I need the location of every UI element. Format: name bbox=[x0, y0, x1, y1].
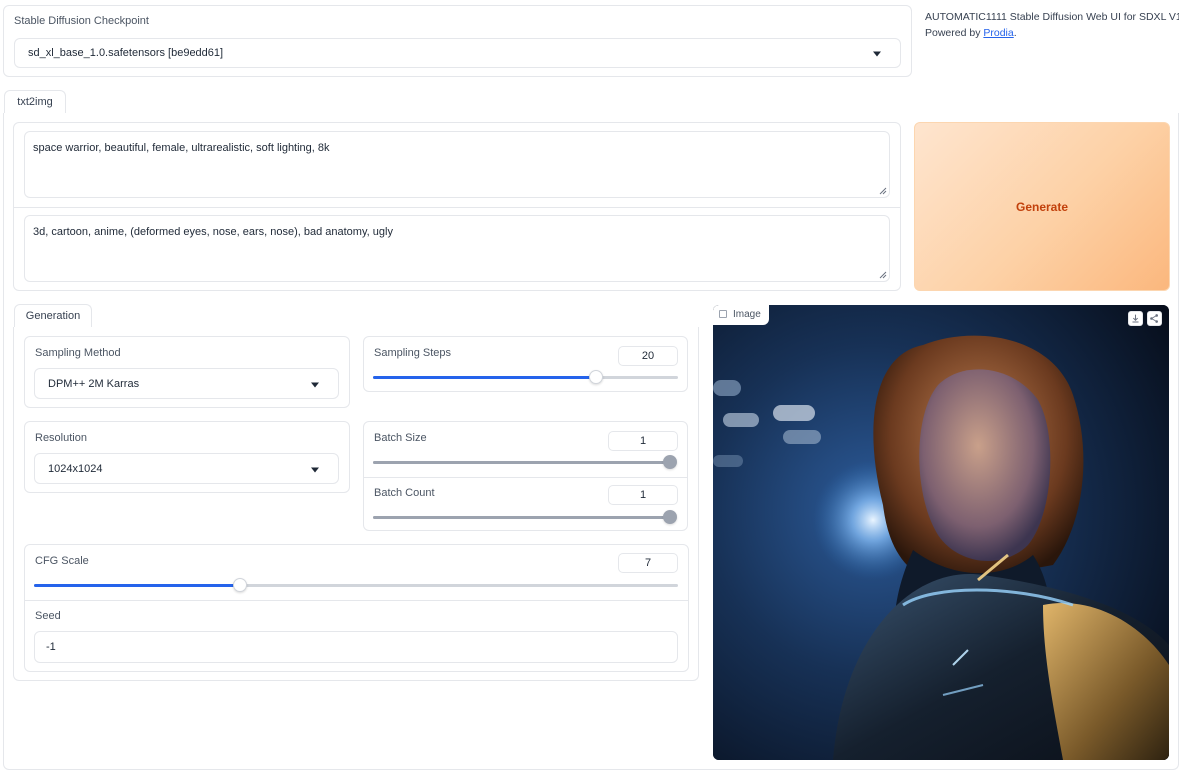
share-button[interactable] bbox=[1147, 311, 1162, 326]
chevron-down-icon bbox=[311, 382, 319, 387]
batch-divider bbox=[364, 477, 687, 478]
seed-input[interactable]: -1 bbox=[34, 631, 678, 663]
checkpoint-select[interactable]: sd_xl_base_1.0.safetensors [be9edd61] bbox=[14, 38, 901, 68]
output-image-panel: Image bbox=[713, 305, 1169, 760]
cfg-scale-slider[interactable] bbox=[34, 578, 678, 592]
powered-by-suffix: . bbox=[1013, 27, 1017, 39]
sampling-method-panel: Sampling Method DPM++ 2M Karras bbox=[24, 336, 350, 408]
download-icon bbox=[1132, 314, 1139, 323]
prompt-text: space warrior, beautiful, female, ultrar… bbox=[33, 142, 330, 154]
image-badge: Image bbox=[713, 305, 769, 325]
cfg-seed-divider bbox=[25, 600, 688, 601]
generated-image bbox=[713, 305, 1169, 760]
app-info: AUTOMATIC1111 Stable Diffusion Web UI fo… bbox=[925, 9, 1179, 41]
checkpoint-value: sd_xl_base_1.0.safetensors [be9edd61] bbox=[28, 47, 224, 59]
negative-prompt-input[interactable]: 3d, cartoon, anime, (deformed eyes, nose… bbox=[24, 215, 890, 282]
image-badge-label: Image bbox=[733, 309, 761, 320]
resolution-panel: Resolution 1024x1024 bbox=[24, 421, 350, 493]
sampling-steps-label: Sampling Steps bbox=[374, 347, 452, 359]
sampling-method-label: Sampling Method bbox=[35, 347, 121, 359]
generate-label: Generate bbox=[1015, 199, 1069, 214]
resolution-value: 1024x1024 bbox=[48, 462, 103, 475]
batch-count-slider[interactable] bbox=[373, 510, 677, 524]
cfg-seed-panel: CFG Scale 7 Seed -1 bbox=[24, 544, 689, 672]
seed-label: Seed bbox=[35, 610, 61, 622]
chevron-down-icon bbox=[311, 467, 319, 472]
chevron-down-icon bbox=[873, 51, 881, 57]
batch-panel: Batch Size 1 Batch Count 1 bbox=[363, 421, 688, 531]
resolution-select[interactable]: 1024x1024 bbox=[34, 453, 339, 484]
slider-thumb[interactable] bbox=[663, 455, 677, 469]
tab-txt2img[interactable]: txt2img bbox=[4, 90, 66, 114]
image-icon bbox=[719, 310, 727, 318]
batch-size-number[interactable]: 1 bbox=[608, 431, 678, 451]
sampling-steps-slider[interactable] bbox=[373, 370, 678, 384]
powered-by-prefix: Powered by bbox=[925, 27, 984, 39]
resize-grip-icon[interactable] bbox=[879, 187, 887, 195]
prodia-link[interactable]: Prodia bbox=[983, 27, 1013, 39]
prompt-divider bbox=[14, 207, 900, 208]
sampling-steps-panel: Sampling Steps 20 bbox=[363, 336, 688, 392]
sampling-method-value: DPM++ 2M Karras bbox=[48, 377, 140, 390]
prompt-input[interactable]: space warrior, beautiful, female, ultrar… bbox=[24, 131, 890, 198]
tab-generation[interactable]: Generation bbox=[14, 304, 92, 328]
slider-thumb[interactable] bbox=[233, 578, 248, 592]
checkpoint-label: Stable Diffusion Checkpoint bbox=[14, 15, 149, 27]
checkpoint-panel: Stable Diffusion Checkpoint sd_xl_base_1… bbox=[3, 5, 912, 77]
negative-prompt-text: 3d, cartoon, anime, (deformed eyes, nose… bbox=[33, 226, 393, 238]
resolution-label: Resolution bbox=[35, 432, 87, 444]
app-info-title: AUTOMATIC1111 Stable Diffusion Web UI fo… bbox=[925, 11, 1179, 23]
batch-size-label: Batch Size bbox=[374, 432, 427, 444]
batch-size-slider[interactable] bbox=[373, 455, 677, 469]
cfg-scale-label: CFG Scale bbox=[35, 555, 89, 567]
powered-by: Powered by Prodia. bbox=[925, 25, 1179, 41]
batch-count-label: Batch Count bbox=[374, 487, 435, 499]
cfg-scale-number[interactable]: 7 bbox=[618, 553, 678, 573]
sampling-steps-number[interactable]: 20 bbox=[618, 346, 678, 366]
sampling-method-select[interactable]: DPM++ 2M Karras bbox=[34, 368, 339, 399]
batch-count-number[interactable]: 1 bbox=[608, 485, 678, 505]
generate-button[interactable]: Generate bbox=[914, 122, 1170, 291]
download-button[interactable] bbox=[1128, 311, 1143, 326]
share-icon bbox=[1150, 314, 1158, 323]
slider-thumb[interactable] bbox=[663, 510, 677, 524]
resize-grip-icon[interactable] bbox=[879, 271, 887, 279]
seed-value: -1 bbox=[46, 641, 56, 653]
prompt-panel: space warrior, beautiful, female, ultrar… bbox=[13, 122, 901, 291]
slider-thumb[interactable] bbox=[588, 370, 603, 384]
